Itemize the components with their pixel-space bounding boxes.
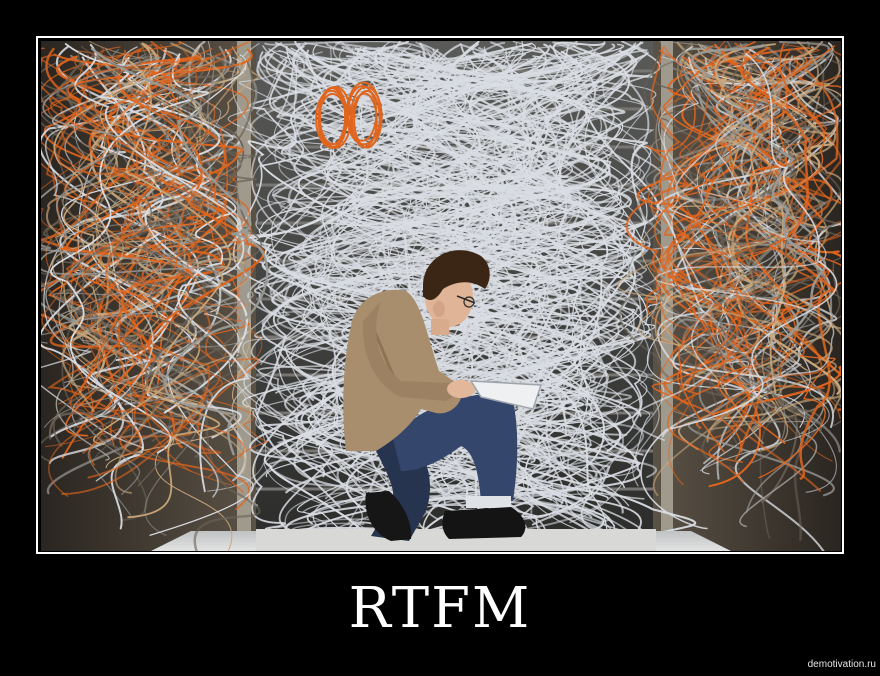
server-room-photo (41, 41, 841, 551)
photo-frame (36, 36, 844, 554)
watermark: demotivation.ru (807, 659, 876, 670)
photo (41, 41, 841, 551)
caption-title: RTFM (348, 576, 532, 641)
